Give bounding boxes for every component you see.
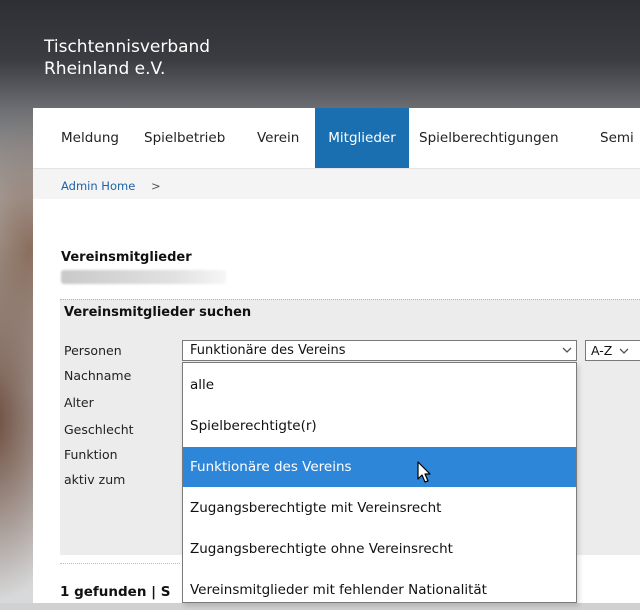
nav-item-seminare[interactable]: Semi [600, 108, 634, 168]
nav-item-spielbetrieb[interactable]: Spielbetrieb [144, 108, 225, 168]
site-title-line1: Tischtennisverband [44, 37, 211, 57]
label-alter: Alter [64, 395, 94, 410]
main-nav: Meldung Spielbetrieb Verein Mitglieder S… [33, 108, 640, 169]
sort-select[interactable]: A-Z [585, 340, 640, 361]
site-title-line2: Rheinland e.V. [44, 59, 166, 79]
sort-select-value: A-Z [591, 343, 613, 358]
label-nachname: Nachname [64, 368, 132, 383]
breadcrumb-separator: > [151, 179, 161, 193]
option-zugangsberechtigte-mit[interactable]: Zugangsberechtigte mit Vereinsrecht [183, 488, 576, 528]
page-title: Vereinsmitglieder [61, 250, 192, 265]
result-summary: 1 gefunden | S [60, 584, 171, 600]
nav-item-meldung[interactable]: Meldung [61, 108, 119, 168]
label-funktion: Funktion [64, 447, 118, 462]
personen-select-value: Funktionäre des Vereins [190, 343, 346, 358]
label-aktiv-zum: aktiv zum [64, 472, 126, 487]
breadcrumb-admin-home-link[interactable]: Admin Home [61, 179, 135, 193]
personen-dropdown-list: alle Spielberechtigte(r) Funktionäre des… [182, 362, 577, 603]
label-personen: Personen [64, 343, 122, 358]
option-zugangsberechtigte-ohne[interactable]: Zugangsberechtigte ohne Vereinsrecht [183, 529, 576, 569]
chevron-down-icon[interactable] [558, 341, 576, 360]
redacted-club-name [61, 270, 226, 284]
nav-item-mitglieder[interactable]: Mitglieder [315, 108, 409, 168]
nav-item-spielberechtigungen[interactable]: Spielberechtigungen [419, 108, 559, 168]
chevron-down-icon [619, 348, 629, 354]
mouse-cursor-icon [417, 461, 431, 483]
search-panel-title: Vereinsmitglieder suchen [64, 305, 252, 320]
option-spielberechtigte[interactable]: Spielberechtigte(r) [183, 406, 576, 446]
option-alle[interactable]: alle [183, 365, 576, 405]
option-fehlende-nationalitaet[interactable]: Vereinsmitglieder mit fehlender National… [183, 570, 576, 610]
label-geschlecht: Geschlecht [64, 422, 134, 437]
personen-select[interactable]: Funktionäre des Vereins [182, 340, 577, 361]
divider [60, 563, 180, 565]
site-title: Tischtennisverband Rheinland e.V. [44, 36, 210, 80]
nav-item-verein[interactable]: Verein [257, 108, 299, 168]
option-funktionaere-des-vereins[interactable]: Funktionäre des Vereins [183, 447, 576, 487]
